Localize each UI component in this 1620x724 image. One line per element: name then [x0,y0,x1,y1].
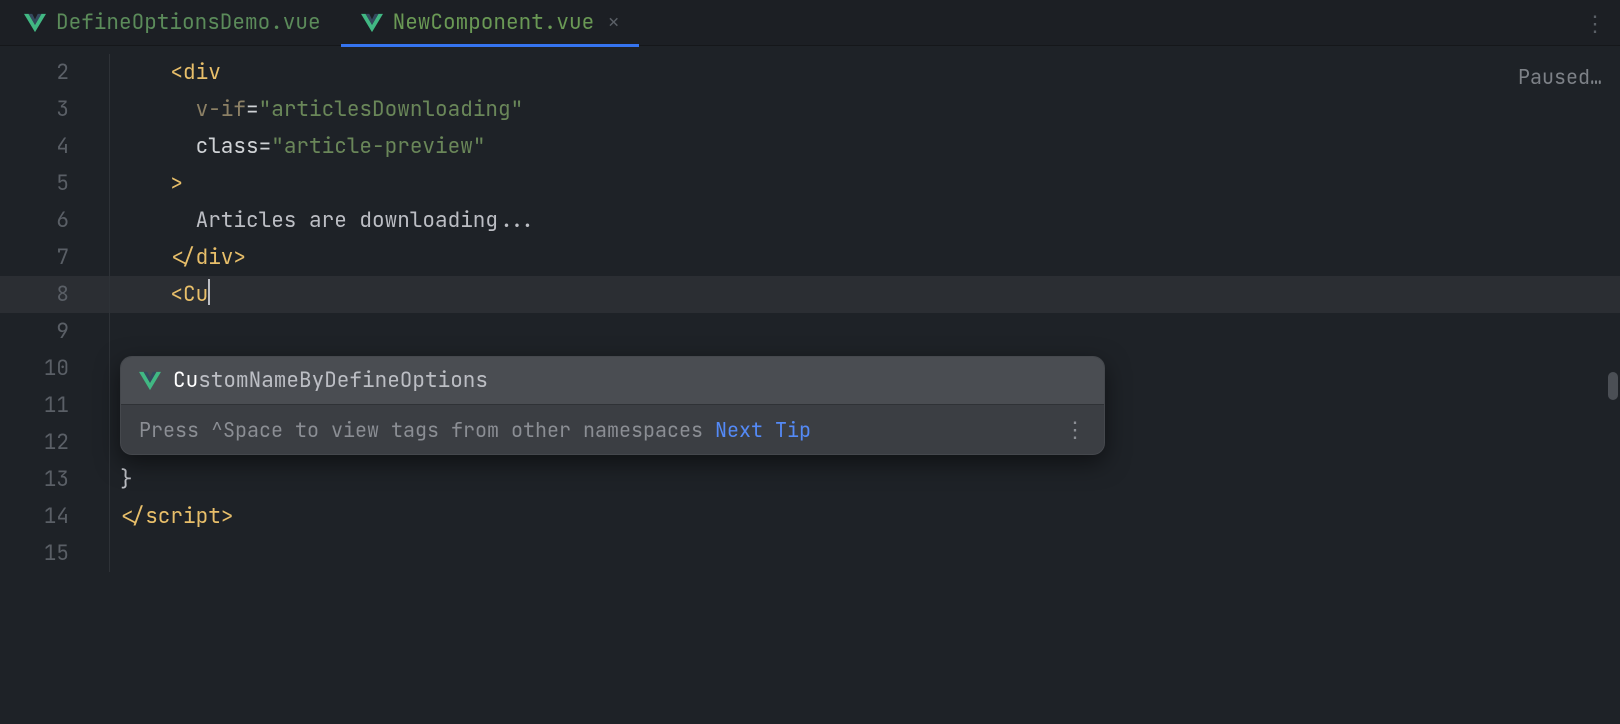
line-number: 2 [0,54,110,91]
line-number: 7 [0,239,110,276]
completion-item[interactable]: CustomNameByDefineOptions [121,357,1104,404]
line-number: 3 [0,91,110,128]
line-number: 14 [0,498,110,535]
line-number: 13 [0,461,110,498]
completion-rest: stomNameByDefineOptions [198,367,488,394]
vue-icon [24,13,46,33]
line-number: 15 [0,535,110,572]
next-tip-link[interactable]: Next Tip [715,417,811,443]
line-number: 11 [0,387,110,424]
vue-icon [139,371,161,391]
completion-match: Cu [173,367,198,394]
code-lines: 2 <div 3 v-if="articlesDownloading" 4 cl… [0,46,1620,572]
status-text: Paused… [1518,64,1602,90]
line-number: 9 [0,313,110,350]
vue-icon [361,13,383,33]
line-number: 10 [0,350,110,387]
completion-menu-button[interactable]: ⋮ [1064,415,1086,444]
line-number: 12 [0,424,110,461]
tab-label: NewComponent.vue [393,9,595,36]
tab-bar: DefineOptionsDemo.vue NewComponent.vue ✕… [0,0,1620,46]
tab-newcomponent[interactable]: NewComponent.vue ✕ [341,0,639,46]
editor[interactable]: Paused… 2 <div 3 v-if="articlesDownloadi… [0,46,1620,724]
scrollbar[interactable] [1606,92,1620,724]
close-icon[interactable]: ✕ [608,11,619,34]
tab-label: DefineOptionsDemo.vue [56,9,321,36]
line-number: 4 [0,128,110,165]
completion-popup: CustomNameByDefineOptions Press ^Space t… [120,356,1105,455]
completion-hint: Press ^Space to view tags from other nam… [139,417,703,443]
line-number: 5 [0,165,110,202]
text-caret [208,279,210,305]
tab-defineoptionsdemo[interactable]: DefineOptionsDemo.vue [4,0,341,46]
line-number: 6 [0,202,110,239]
line-number: 8 [0,276,110,313]
tabbar-menu-button[interactable]: ⋮ [1584,0,1606,46]
scrollbar-thumb[interactable] [1608,372,1618,400]
